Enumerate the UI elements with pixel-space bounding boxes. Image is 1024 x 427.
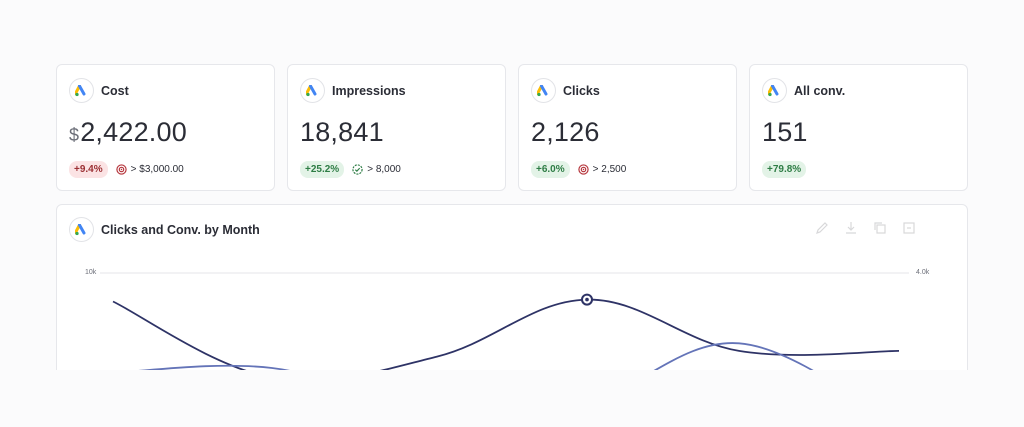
kpi-title: Clicks xyxy=(563,83,600,98)
kpi-footer: +6.0% > 2,500 xyxy=(531,161,626,178)
kpi-footer: +79.8% xyxy=(762,161,807,178)
change-badge: +79.8% xyxy=(762,161,807,178)
kpi-header: Impressions xyxy=(300,78,406,103)
target-label: > 8,000 xyxy=(367,164,401,175)
google-ads-logo-icon xyxy=(69,78,94,103)
chart-card: Clicks and Conv. by Month 10k 4.0k xyxy=(56,204,968,395)
change-badge: +6.0% xyxy=(531,161,570,178)
target-label: > 2,500 xyxy=(592,164,627,175)
kpi-number: 18,841 xyxy=(300,117,384,147)
kpi-title: All conv. xyxy=(794,83,846,98)
kpi-card-cost: Cost $2,422.00 +9.4% > $3,000.00 xyxy=(56,64,275,191)
google-ads-logo-icon xyxy=(300,78,325,103)
change-badge: +9.4% xyxy=(69,161,108,178)
change-badge: +25.2% xyxy=(300,161,345,178)
kpi-value: 151 xyxy=(762,117,808,148)
google-ads-logo-icon xyxy=(762,78,787,103)
line-chart xyxy=(100,272,909,395)
target-indicator: > 8,000 xyxy=(352,164,401,175)
kpi-header: Clicks xyxy=(531,78,600,103)
target-indicator: > 2,500 xyxy=(577,164,627,175)
target-indicator: > $3,000.00 xyxy=(115,164,184,175)
page-cutoff-overlay xyxy=(0,370,1024,427)
highlight-point-center-1 xyxy=(585,297,589,302)
currency-symbol: $ xyxy=(69,125,80,145)
kpi-value: 2,126 xyxy=(531,117,600,148)
target-label: > $3,000.00 xyxy=(130,164,184,175)
kpi-number: 2,126 xyxy=(531,117,600,147)
kpi-title: Impressions xyxy=(332,83,406,98)
target-met-icon xyxy=(352,164,363,175)
target-icon xyxy=(577,164,589,175)
kpi-title: Cost xyxy=(101,83,129,98)
kpi-header: Cost xyxy=(69,78,129,103)
kpi-number: 2,422.00 xyxy=(80,117,187,147)
kpi-value: $2,422.00 xyxy=(69,117,187,148)
series-line-1 xyxy=(112,298,900,382)
target-icon xyxy=(115,164,127,175)
kpi-footer: +25.2% > 8,000 xyxy=(300,161,401,178)
kpi-card-clicks: Clicks 2,126 +6.0% > 2,500 xyxy=(518,64,737,191)
kpi-card-impressions: Impressions 18,841 +25.2% > 8,000 xyxy=(287,64,506,191)
kpi-value: 18,841 xyxy=(300,117,384,148)
kpi-header: All conv. xyxy=(762,78,845,103)
kpi-card-all-conv: All conv. 151 +79.8% xyxy=(749,64,968,191)
kpi-footer: +9.4% > $3,000.00 xyxy=(69,161,184,178)
kpi-number: 151 xyxy=(762,117,808,147)
google-ads-logo-icon xyxy=(531,78,556,103)
